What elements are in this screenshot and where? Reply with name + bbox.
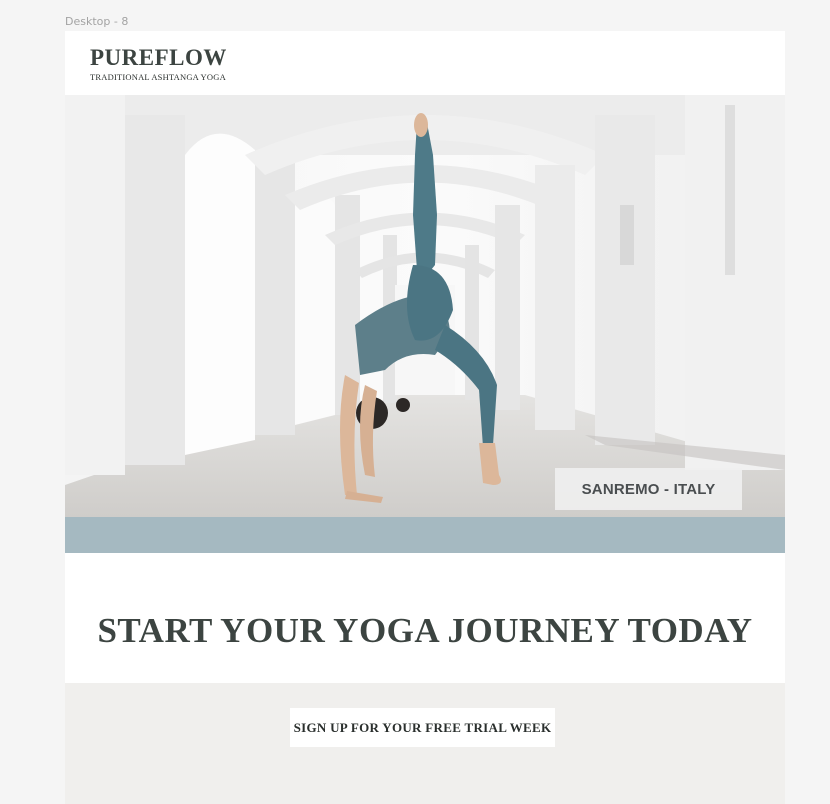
hero-image	[65, 95, 785, 517]
location-badge: SANREMO - ITALY	[555, 468, 742, 510]
brand-tagline: TRADITIONAL ASHTANGA YOGA	[90, 72, 226, 82]
site-header: PUREFLOW TRADITIONAL ASHTANGA YOGA	[65, 31, 785, 95]
cta-heading: START YOUR YOGA JOURNEY TODAY	[97, 611, 753, 650]
signup-section: SIGN UP FOR YOUR FREE TRIAL WEEK	[65, 683, 785, 804]
hero-accent-band	[65, 517, 785, 553]
landing-page: PUREFLOW TRADITIONAL ASHTANGA YOGA SANRE…	[65, 31, 785, 804]
frame-label: Desktop - 8	[65, 15, 129, 28]
signup-button[interactable]: SIGN UP FOR YOUR FREE TRIAL WEEK	[290, 708, 555, 747]
brand-logo[interactable]: PUREFLOW	[90, 45, 227, 71]
hero-illustration	[65, 95, 785, 517]
